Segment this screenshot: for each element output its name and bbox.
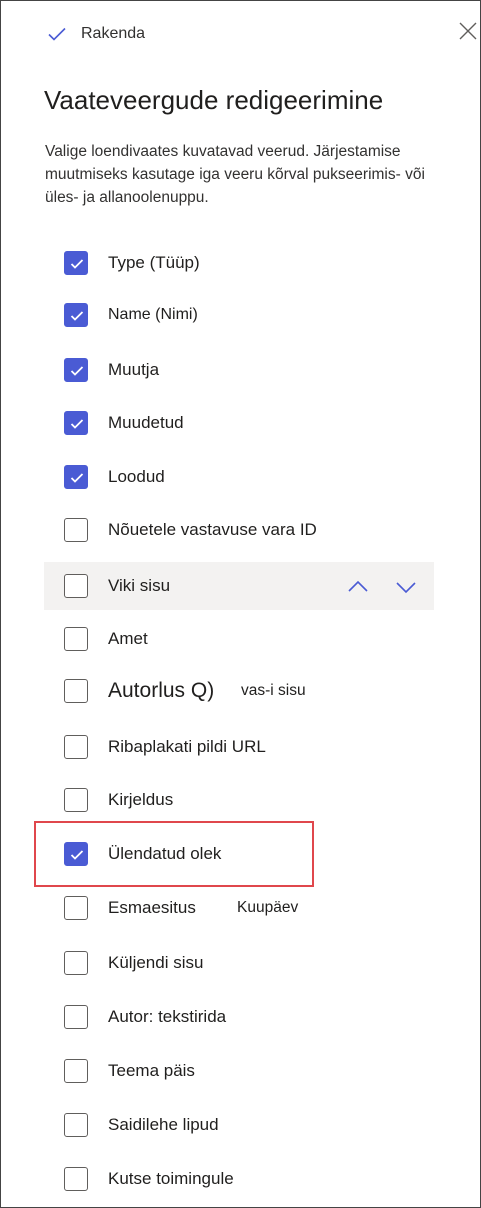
column-label: Name (Nimi) [108,306,198,323]
column-checkbox[interactable] [64,303,88,327]
column-checkbox[interactable] [64,1167,88,1191]
panel-description: Valige loendivaates kuvatavad veerud. Jä… [45,143,425,206]
column-label: Ribaplakati pildi URL [108,737,266,756]
column-row[interactable]: Type (Tüüp) [44,239,434,287]
column-label-suffix: Kuupäev [237,899,299,916]
column-checkbox[interactable] [64,574,88,598]
column-label: Muudetud [108,413,184,432]
column-checkbox[interactable] [64,1059,88,1083]
column-label: Muutja [108,360,160,379]
column-label: Ülendatud olek [108,844,222,863]
move-down-button[interactable] [395,576,417,598]
panel-title: Vaateveergude redigeerimine [44,85,384,115]
column-checkbox[interactable] [64,1113,88,1137]
apply-button[interactable]: Rakenda [47,19,145,49]
column-label: Kirjeldus [108,790,174,809]
column-checkbox[interactable] [64,896,88,920]
column-row[interactable]: Viki sisu [44,562,434,610]
column-checkbox[interactable] [64,735,88,759]
column-row[interactable]: Loodud [44,453,434,501]
column-label: Esmaesitus [108,898,196,917]
column-checkbox[interactable] [64,951,88,975]
column-row[interactable]: Küljendi sisu [44,939,434,987]
column-checkbox[interactable] [64,465,88,489]
column-label: Autor: tekstirida [108,1007,227,1026]
column-checkbox[interactable] [64,358,88,382]
column-label: Teema päis [108,1061,195,1080]
column-checkbox[interactable] [64,518,88,542]
column-checkbox[interactable] [64,251,88,275]
column-label: Nõuetele vastavuse vara ID [108,520,317,539]
apply-label: Rakenda [81,25,146,42]
column-row[interactable]: Teema päis [44,1047,434,1095]
column-row[interactable]: Saidilehe lipud [44,1101,434,1149]
column-row[interactable]: Autor: tekstirida [44,993,434,1041]
chevron-down-icon [396,582,416,594]
column-checkbox[interactable] [64,627,88,651]
column-row[interactable]: Autorlus Q) vas-i sisu [44,667,434,715]
column-label: Kutse toimingule [108,1169,234,1188]
close-button[interactable] [457,20,479,42]
close-icon [457,20,479,42]
column-row[interactable]: Nõuetele vastavuse vara ID [44,506,434,554]
column-row[interactable]: Ribaplakati pildi URL [44,723,434,771]
column-label: Autorlus Q) [108,679,215,702]
column-row[interactable]: Ülendatud olek [44,830,434,878]
column-checkbox[interactable] [64,411,88,435]
column-row[interactable]: Muutja [44,346,434,394]
column-row[interactable]: Amet [44,615,434,663]
column-row[interactable]: Kirjeldus [44,776,434,824]
column-checkbox[interactable] [64,788,88,812]
move-up-button[interactable] [347,576,369,598]
column-checkbox[interactable] [64,1005,88,1029]
column-checkbox[interactable] [64,679,88,703]
column-row[interactable]: Muudetud [44,399,434,447]
column-label-suffix: vas-i sisu [241,682,306,699]
column-label: Loodud [108,467,165,486]
column-label: Saidilehe lipud [108,1115,219,1134]
check-icon [47,26,67,42]
column-checkbox[interactable] [64,842,88,866]
column-label: Küljendi sisu [108,953,204,972]
column-label: Type (Tüüp) [108,253,200,272]
column-label: Amet [108,629,148,648]
column-label: Viki sisu [108,576,171,595]
edit-view-columns-panel: Rakenda Vaateveergude redigeerimine Vali… [0,0,481,1208]
column-row[interactable]: Name (Nimi) [44,291,434,339]
column-row[interactable]: Kutse toimingule [44,1155,434,1203]
chevron-up-icon [348,580,368,592]
column-row[interactable]: Esmaesitus Kuupäev [44,884,434,932]
